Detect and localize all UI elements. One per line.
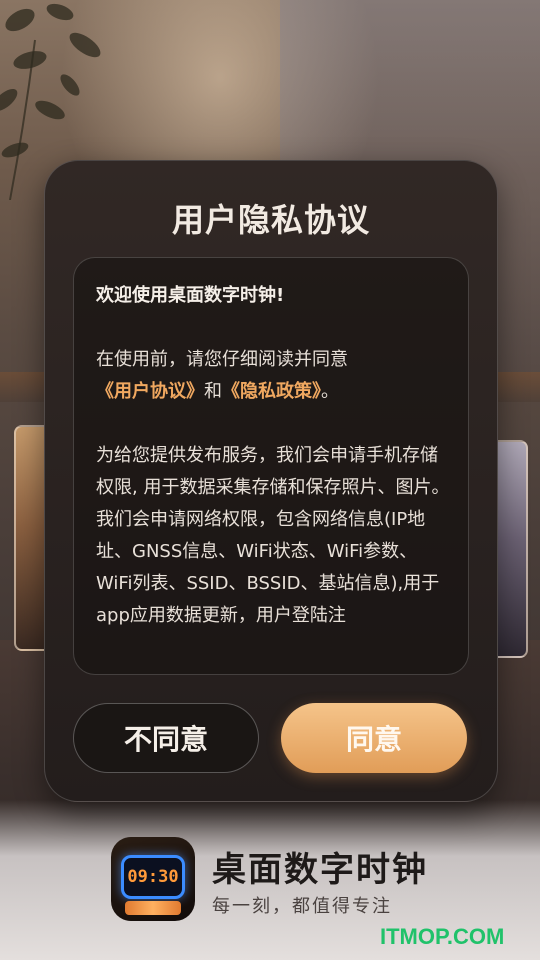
watermark: ITMOP.COM [380, 924, 505, 949]
digital-clock-icon: 09:30 [121, 855, 185, 899]
storage-permission-paragraph: 为给您提供发布服务，我们会申请手机存储权限, 用于数据采集存储和保存照片、图片。 [96, 445, 450, 498]
intro-and: 和 [204, 381, 222, 402]
user-agreement-link[interactable]: 《用户协议》 [96, 381, 204, 402]
intro-prefix: 在使用前，请您仔细阅读并同意 [96, 349, 348, 370]
app-slogan: 每一刻，都值得专注 [212, 896, 392, 917]
agree-button[interactable]: 同意 [281, 703, 467, 773]
clock-icon-text: 09:30 [127, 867, 179, 887]
intro-suffix: 。 [321, 381, 339, 402]
agreement-content[interactable]: 欢迎使用桌面数字时钟! 在使用前，请您仔细阅读并同意《用户协议》和《隐私政策》。… [73, 257, 469, 675]
network-permission-paragraph: 我们会申请网络权限，包含网络信息(IP地址、GNSS信息、WiFi状态、WiFi… [96, 509, 440, 626]
privacy-dialog: 用户隐私协议 欢迎使用桌面数字时钟! 在使用前，请您仔细阅读并同意《用户协议》和… [44, 160, 498, 802]
app-icon: 09:30 [111, 837, 195, 921]
app-name: 桌面数字时钟 [212, 850, 428, 890]
dialog-title: 用户隐私协议 [171, 201, 370, 239]
welcome-text: 欢迎使用桌面数字时钟! [96, 285, 285, 306]
disagree-button[interactable]: 不同意 [73, 703, 259, 773]
privacy-policy-link[interactable]: 《隐私政策》 [222, 381, 321, 402]
agreement-text: 欢迎使用桌面数字时钟! 在使用前，请您仔细阅读并同意《用户协议》和《隐私政策》。… [96, 280, 452, 632]
intro-paragraph: 在使用前，请您仔细阅读并同意《用户协议》和《隐私政策》。 [96, 344, 452, 408]
clock-base [125, 901, 181, 915]
